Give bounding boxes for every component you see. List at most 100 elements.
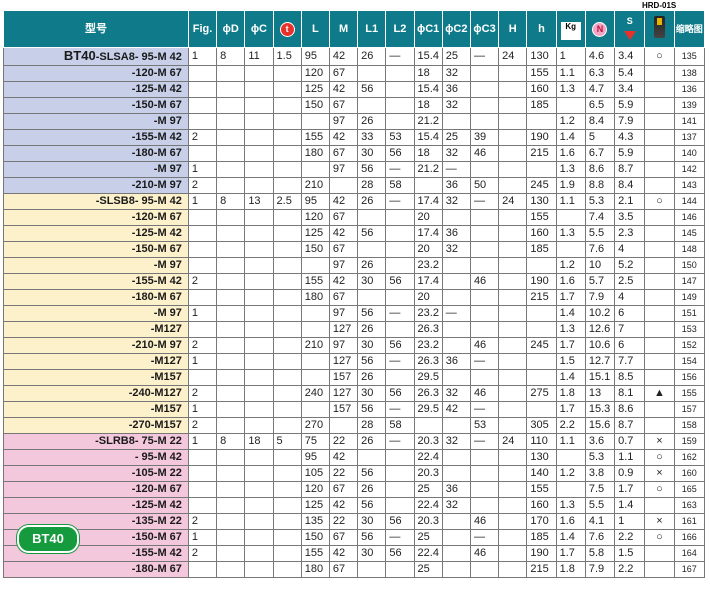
data-cell [272,481,302,498]
data-cell [216,289,246,306]
data-cell: — [385,433,415,450]
data-cell [216,177,246,194]
col-m: M [328,10,359,48]
data-cell [441,417,471,434]
table-row: -120-M 67 120 67 18 32 155 1.1 6.3 5.4 138 [3,65,706,82]
data-cell [187,561,218,578]
data-cell [644,161,675,178]
data-cell [244,177,274,194]
data-cell: 2.2 [614,561,646,578]
data-cell: 36 [441,353,471,370]
data-cell [498,545,528,562]
data-cell [272,225,302,242]
data-cell: 127 [328,321,359,338]
data-cell [469,209,500,226]
col-thumb: 缩略图 [673,10,706,48]
t-circle-icon: t [279,21,295,37]
data-cell: 2.5 [272,193,302,210]
data-cell: 1.7 [614,481,646,498]
model-code: - 95-M 42 [134,451,182,463]
data-cell: 305 [526,417,557,434]
data-cell: 12.6 [584,321,616,338]
data-cell: 26.3 [413,321,443,338]
data-cell [187,65,218,82]
data-cell [187,209,218,226]
data-cell: 148 [673,241,706,258]
data-cell [498,401,528,418]
model-cell: -270-M157 [3,417,189,434]
data-cell: 5.2 [614,257,646,274]
data-cell: 26 [357,47,387,66]
data-cell: 270 [300,417,330,434]
data-cell: — [469,47,500,66]
col-h-upper: H [498,10,528,48]
table-row: -180-M 67 180 67 20 215 1.7 7.9 4 149 [3,289,706,306]
data-cell [300,353,330,370]
data-cell [526,257,557,274]
data-cell: 56 [357,465,387,482]
data-cell: 2.2 [614,529,646,546]
data-cell: 1.5 [555,353,586,370]
data-cell [441,449,471,466]
data-cell [498,209,528,226]
model-code: -125-M 42 [131,499,182,511]
data-cell [300,369,330,386]
data-cell: 15.1 [584,369,616,386]
data-cell [498,385,528,402]
data-cell [357,97,387,114]
data-cell: 42 [328,449,359,466]
data-cell [244,241,274,258]
data-cell: 158 [673,417,706,434]
data-cell: 46 [469,273,500,290]
data-cell: 6.5 [584,97,616,114]
data-cell: 56 [357,225,387,242]
data-cell: 97 [328,305,359,322]
model-cell: -M 97 [3,113,189,130]
data-cell: 1.5 [614,545,646,562]
model-cell: -M157 [3,401,189,418]
data-cell [526,161,557,178]
data-cell: 2.5 [614,273,646,290]
data-cell: 240 [300,385,330,402]
data-cell [498,369,528,386]
data-cell: 4.6 [584,47,616,66]
data-cell: 210 [300,337,330,354]
data-cell [498,241,528,258]
data-cell: 245 [526,337,557,354]
data-cell: 53 [469,417,500,434]
table-row: -M127 1 127 56—26.3 36—1.5 12.7 7.7 154 [3,353,706,370]
data-cell: 1.2 [555,113,586,130]
data-cell [498,145,528,162]
data-cell: 18 [413,145,443,162]
data-cell [244,65,274,82]
data-cell: 185 [526,241,557,258]
data-cell: 1.4 [555,529,586,546]
data-cell: 1.7 [555,337,586,354]
data-cell [469,497,500,514]
data-cell [385,257,415,274]
data-cell: 136 [673,81,706,98]
col-n: N [584,10,616,48]
data-cell: 30 [357,145,387,162]
model-cell: - 95-M 42 [3,449,189,466]
data-cell [244,97,274,114]
model-code: -120-M 67 [131,67,182,79]
data-cell [441,289,471,306]
model-code: -M 97 [153,307,182,319]
data-cell [244,81,274,98]
data-cell: 95 [300,449,330,466]
data-cell: 1.3 [555,497,586,514]
data-cell [272,497,302,514]
data-cell [216,481,246,498]
data-cell: 20.3 [413,513,443,530]
data-cell: 30 [357,513,387,530]
data-cell: 245 [526,177,557,194]
data-cell: 7.9 [584,289,616,306]
table-row: -150-M 67 150 67 20 32 185 7.6 4 148 [3,241,706,258]
model-cell: -M 97 [3,161,189,178]
data-cell: 25 [441,47,471,66]
data-cell: 22 [328,465,359,482]
data-cell [216,369,246,386]
data-cell [216,113,246,130]
data-cell [272,369,302,386]
